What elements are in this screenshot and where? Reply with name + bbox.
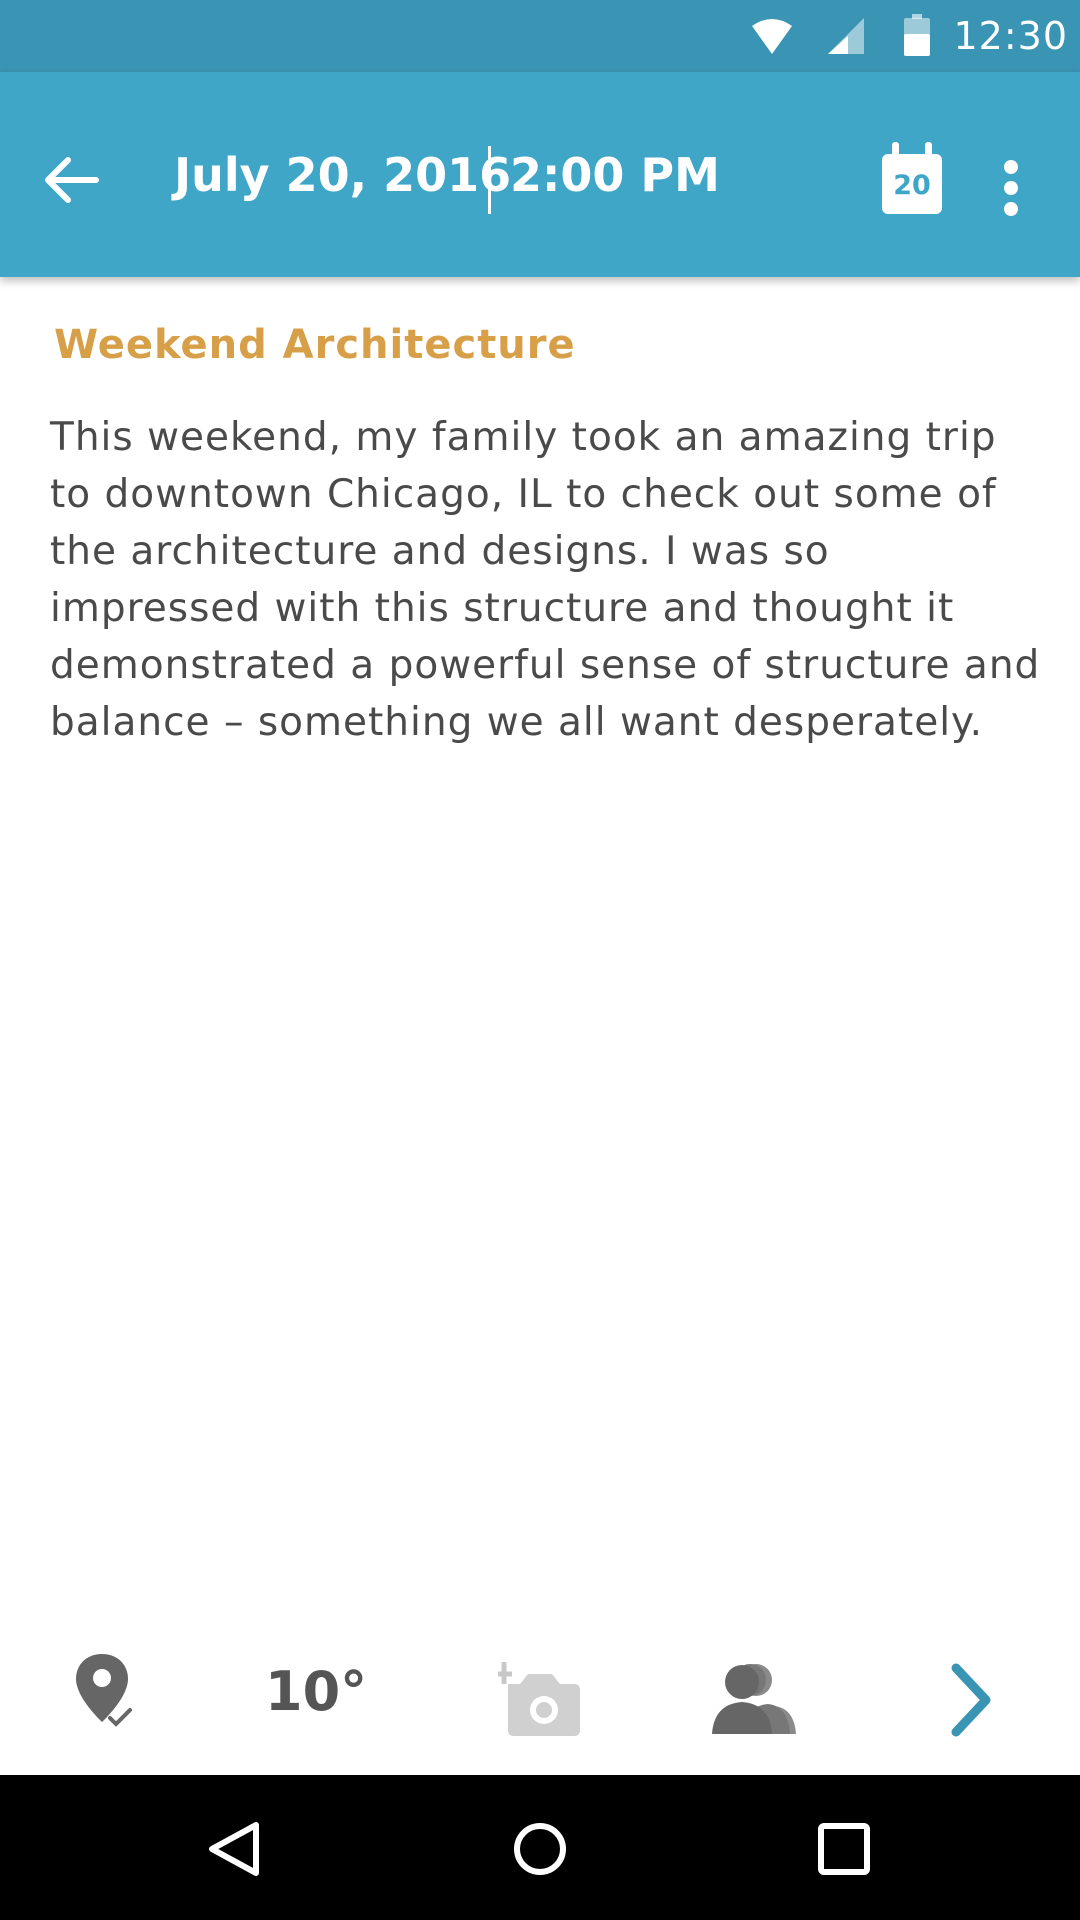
entry-date[interactable]: July 20, 2016 xyxy=(174,148,511,202)
calendar-button[interactable]: 20 xyxy=(878,142,944,218)
add-photo-button[interactable] xyxy=(498,1662,582,1738)
back-arrow-icon xyxy=(45,157,99,203)
location-check-icon xyxy=(76,1654,132,1727)
status-bar: 12:30 xyxy=(0,0,1080,72)
app-bar: July 20, 2016 2:00 PM 20 xyxy=(0,72,1080,277)
header-divider xyxy=(488,146,491,214)
entry-body[interactable]: This weekend, my family took an amazing … xyxy=(50,409,1050,751)
nav-home-button[interactable] xyxy=(512,1821,568,1877)
home-circle-icon xyxy=(514,1823,566,1875)
system-nav-bar xyxy=(0,1775,1080,1920)
nav-back-button[interactable] xyxy=(206,1821,262,1877)
wifi-icon xyxy=(752,19,792,54)
next-button[interactable] xyxy=(946,1662,996,1738)
bottom-toolbar xyxy=(0,1610,1080,1775)
calendar-day: 20 xyxy=(893,170,931,201)
nav-recents-button[interactable] xyxy=(816,1821,872,1877)
add-photo-icon xyxy=(498,1662,580,1736)
back-triangle-icon xyxy=(209,1822,259,1876)
people-icon xyxy=(712,1664,796,1734)
status-time: 12:30 xyxy=(953,14,1068,58)
back-button[interactable] xyxy=(34,144,106,216)
chevron-right-icon xyxy=(951,1663,991,1737)
more-options-button[interactable] xyxy=(990,148,1034,220)
entry-time[interactable]: 2:00 PM xyxy=(510,148,720,202)
people-button[interactable] xyxy=(712,1662,798,1738)
recents-square-icon xyxy=(818,1823,870,1875)
location-button[interactable] xyxy=(70,1652,142,1732)
temperature-value: 10° xyxy=(265,1660,368,1723)
entry-title[interactable]: Weekend Architecture xyxy=(54,322,576,368)
battery-icon xyxy=(904,14,930,56)
cell-signal-icon xyxy=(828,18,864,54)
